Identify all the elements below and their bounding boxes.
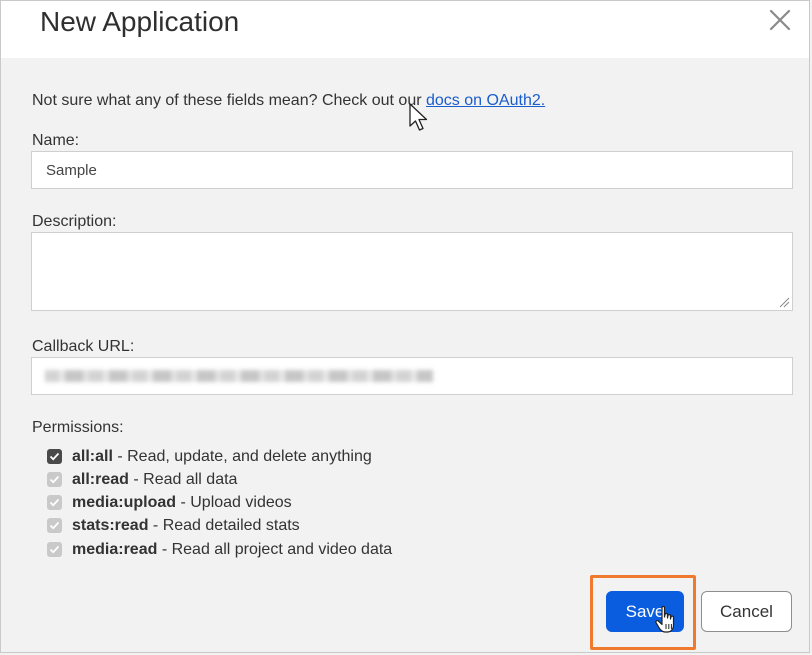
checkbox-checked-icon[interactable] — [47, 449, 62, 464]
description-textarea[interactable] — [31, 232, 793, 311]
hand-cursor-icon — [654, 605, 678, 640]
cancel-button[interactable]: Cancel — [701, 591, 792, 632]
permission-desc: - Read all data — [128, 471, 238, 488]
permission-desc: - Read, update, and delete anything — [112, 448, 372, 465]
permission-desc: - Upload videos — [176, 494, 292, 511]
resize-handle-icon[interactable] — [778, 295, 790, 308]
permission-scope: media:read — [72, 541, 158, 558]
permission-desc: - Read all project and video data — [157, 541, 393, 558]
permission-scope: all:read — [72, 471, 129, 488]
name-label: Name: — [32, 132, 80, 149]
oauth2-docs-link[interactable]: docs on OAuth2. — [426, 92, 545, 109]
redacted-callback-url — [45, 370, 433, 382]
checkbox-disabled-icon — [47, 495, 62, 510]
dialog-header: New Application — [1, 1, 809, 58]
description-label: Description: — [32, 213, 117, 230]
close-icon[interactable] — [767, 7, 793, 33]
intro-text-prefix: Not sure what any of these fields mean? … — [32, 92, 426, 109]
permission-scope: media:upload — [72, 494, 177, 511]
arrow-cursor-icon — [408, 103, 430, 138]
callback-url-label: Callback URL: — [32, 338, 135, 355]
checkbox-disabled-icon — [47, 542, 62, 557]
name-input[interactable] — [31, 151, 793, 189]
permission-scope: all:all — [72, 448, 113, 465]
permissions-label: Permissions: — [32, 419, 124, 436]
dialog-title: New Application — [40, 6, 240, 37]
intro-text: Not sure what any of these fields mean? … — [32, 92, 545, 110]
new-application-dialog: New Application Not sure what any of the… — [0, 0, 810, 653]
checkbox-disabled-icon — [47, 518, 62, 533]
checkbox-disabled-icon — [47, 472, 62, 487]
permission-scope: stats:read — [72, 517, 149, 534]
permission-desc: - Read detailed stats — [148, 517, 300, 534]
